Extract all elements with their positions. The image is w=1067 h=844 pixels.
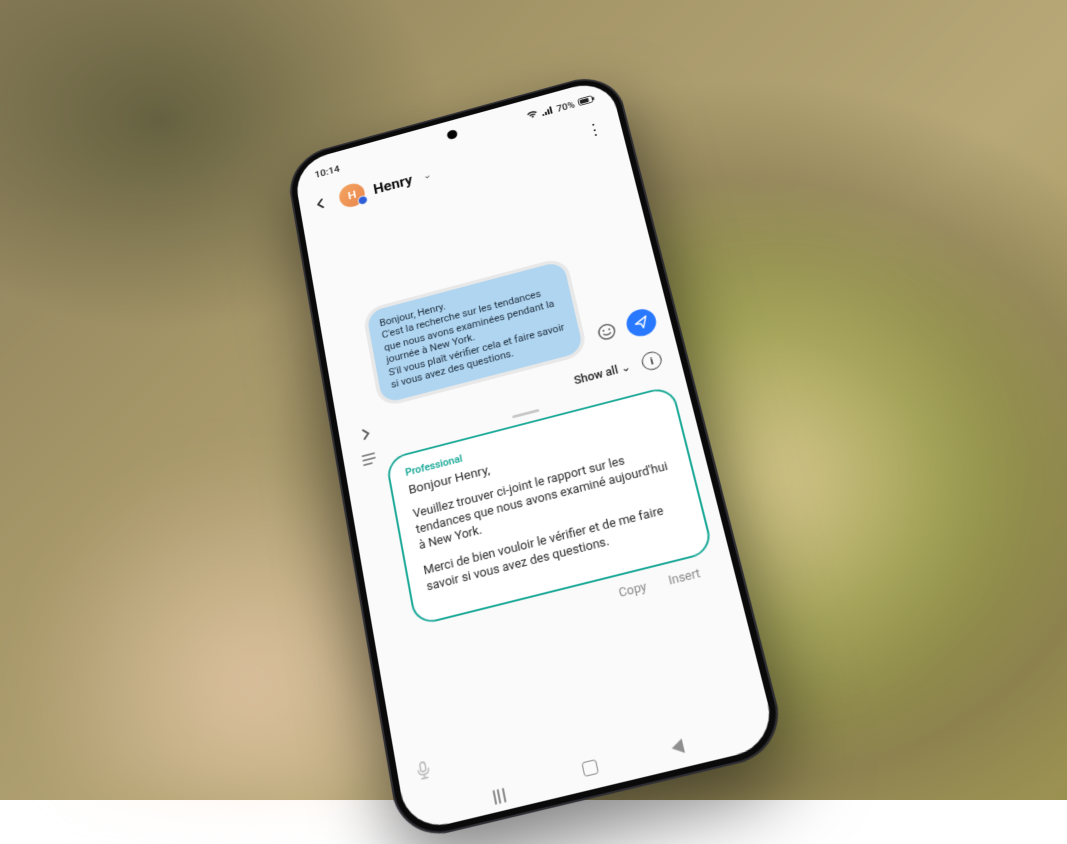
signal-icon	[541, 105, 554, 118]
nav-recents-button[interactable]	[492, 787, 509, 793]
info-button[interactable]: i	[640, 350, 664, 373]
wifi-icon	[526, 109, 540, 122]
contact-name[interactable]: Henry	[372, 171, 414, 196]
nav-home-button[interactable]	[581, 759, 599, 777]
avatar-initial: H	[347, 188, 357, 202]
contact-avatar[interactable]: H	[337, 181, 366, 210]
photo-background: 10:14 70%	[0, 0, 1067, 800]
emoji-button[interactable]	[592, 317, 622, 346]
nav-back-button[interactable]	[670, 739, 685, 756]
status-time: 10:14	[314, 163, 341, 180]
battery-percent: 70%	[556, 99, 576, 114]
back-button[interactable]	[309, 188, 333, 219]
show-all-label: Show all	[573, 364, 620, 388]
more-options-button[interactable]: ⋮	[580, 115, 609, 144]
collapse-suggestions-button[interactable]	[354, 422, 378, 448]
insert-button[interactable]: Insert	[667, 566, 702, 587]
phone-device: 10:14 70%	[284, 69, 789, 844]
show-all-button[interactable]: Show all ⌄	[573, 360, 632, 387]
chat-area: Bonjour, Henry. C'est la recherche sur l…	[304, 145, 769, 799]
phone-frame: 10:14 70%	[284, 69, 789, 844]
chevron-down-icon: ⌄	[619, 360, 632, 375]
copy-button[interactable]: Copy	[617, 580, 647, 600]
chevron-down-icon[interactable]: ⌄	[422, 169, 432, 182]
battery-icon	[577, 93, 596, 108]
send-button[interactable]	[624, 306, 659, 339]
phone-screen: 10:14 70%	[292, 77, 778, 833]
